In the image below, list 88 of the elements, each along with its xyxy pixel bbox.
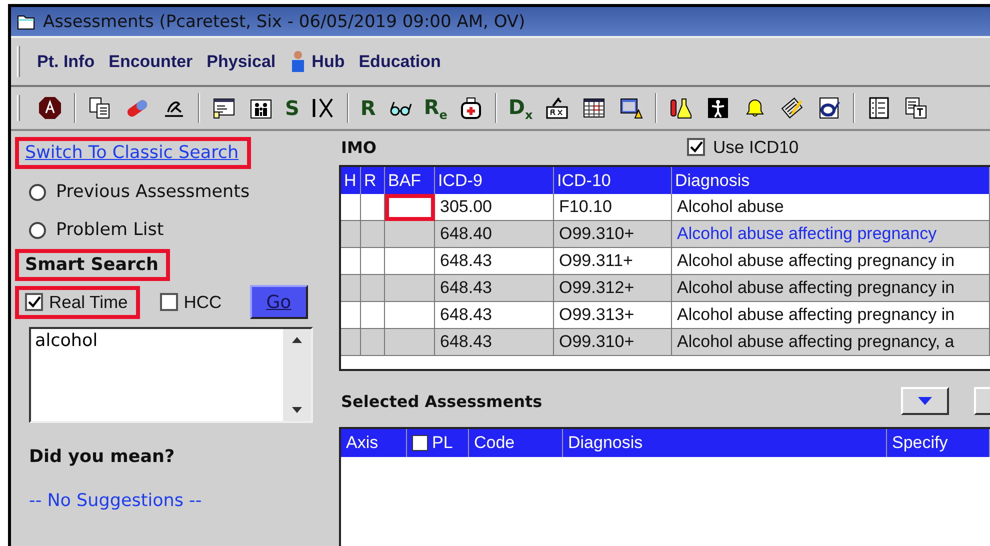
checkbox[interactable] [25,293,43,311]
table-cell: O99.311+ [554,248,672,275]
form-icon [212,96,236,120]
checkbox[interactable] [160,293,178,311]
table-cell [361,302,385,329]
window-title: Assessments (Pcaretest, Six - 06/05/2019 09:00 AM, OV) [43,12,526,32]
checkbox[interactable] [412,435,428,451]
checkbox[interactable] [687,138,705,156]
column-header[interactable]: ICD-9 [435,167,554,194]
section-heading: Did you mean? [29,447,175,467]
table-cell [361,221,385,248]
menu-item[interactable]: Physical [206,52,276,72]
dropdown-button[interactable] [901,387,949,415]
column-header[interactable]: Diagnosis [563,429,887,457]
monitor-warning-icon [618,96,643,120]
column-header[interactable]: Code [469,429,563,457]
table-cell: O99.310+ [554,329,672,356]
checkbox-label: Use ICD10 [713,136,799,158]
column-header[interactable]: R [361,167,385,194]
checkbox-label: Real Time [49,292,128,312]
menu-item[interactable]: Pt. Info [37,52,95,72]
radio-button[interactable] [29,184,46,200]
table-cell [341,329,361,356]
bottle-icon [459,96,484,120]
toolbar-button[interactable] [974,387,990,415]
table-cell [341,221,361,248]
table-cell: Alcohol abuse [672,194,990,221]
column-header[interactable]: ICD-10 [554,167,672,194]
body-xray-icon [706,96,730,120]
prescription-icon [544,96,569,120]
table-cell: 648.43 [435,248,554,275]
list-icon [866,96,891,120]
toolbar-button[interactable]: S [285,94,300,122]
table-cell: Alcohol abuse affecting pregnancy in [672,248,990,275]
column-header[interactable]: H [341,167,361,194]
toolbar-button[interactable]: R [360,94,376,122]
checkbox-label: HCC [184,292,222,312]
table-cell: 305.00 [435,194,554,221]
table-cell: Alcohol abuse affecting pregnancy, a [672,329,990,356]
table-cell: Alcohol abuse affecting pregnancy [672,221,990,248]
classic-search-link[interactable]: Switch To Classic Search [25,143,239,163]
up-arrow-icon [292,337,302,343]
down-arrow-icon [292,407,302,413]
table-cell: O99.312+ [554,275,672,302]
section-heading: IMO [340,138,378,156]
radio-button[interactable] [29,222,46,238]
column-header[interactable]: Diagnosis [672,167,990,194]
menu-item[interactable]: Encounter [108,52,193,72]
table-cell: Alcohol abuse affecting pregnancy in [672,275,990,302]
table-cell [361,248,385,275]
table-cell: Alcohol abuse affecting pregnancy in [672,302,990,329]
column-header[interactable]: PL [407,429,469,457]
table-cell: 648.40 [435,221,554,248]
table-cell [361,275,385,302]
column-header[interactable]: Axis [341,429,407,457]
radio-label: Previous Assessments [56,182,250,202]
notepad-icon [816,96,841,120]
folder-icon [17,14,35,30]
column-header[interactable]: Specify [887,429,990,457]
section-heading: Smart Search [25,255,158,275]
toolbar-button[interactable]: D$_{x}$ [508,94,533,122]
caret-icon [918,397,932,405]
table-cell [361,329,385,356]
table-cell: 648.43 [435,275,554,302]
calendar-icon [582,96,606,120]
menu-item[interactable]: Education [358,52,441,72]
menu-item[interactable]: Hub [290,50,345,74]
document-icon [904,96,928,120]
table-cell: O99.310+ [554,221,672,248]
table-cell [361,194,385,221]
stop-sign-icon [38,96,62,120]
copy-icon [88,96,112,120]
table-cell: F10.10 [554,194,672,221]
checkmark-icon [28,296,40,308]
table-cell [341,275,361,302]
person-icon [290,50,306,74]
lab-flask-icon [668,96,693,120]
table-cell: 648.43 [435,302,554,329]
toolbar-button[interactable] [37,94,63,122]
column-header[interactable]: BAF [385,167,435,194]
radio-label: Problem List [56,220,164,240]
table-cell: 648.43 [435,329,554,356]
checkmark-icon [690,141,702,153]
scrollbar[interactable] [283,329,311,421]
table-cell: O99.313+ [554,302,672,329]
suggestion-text: -- No Suggestions -- [29,491,202,511]
toolbar-button[interactable]: R$_{e}$ [424,94,448,122]
section-heading: Selected Assessments [340,392,542,410]
